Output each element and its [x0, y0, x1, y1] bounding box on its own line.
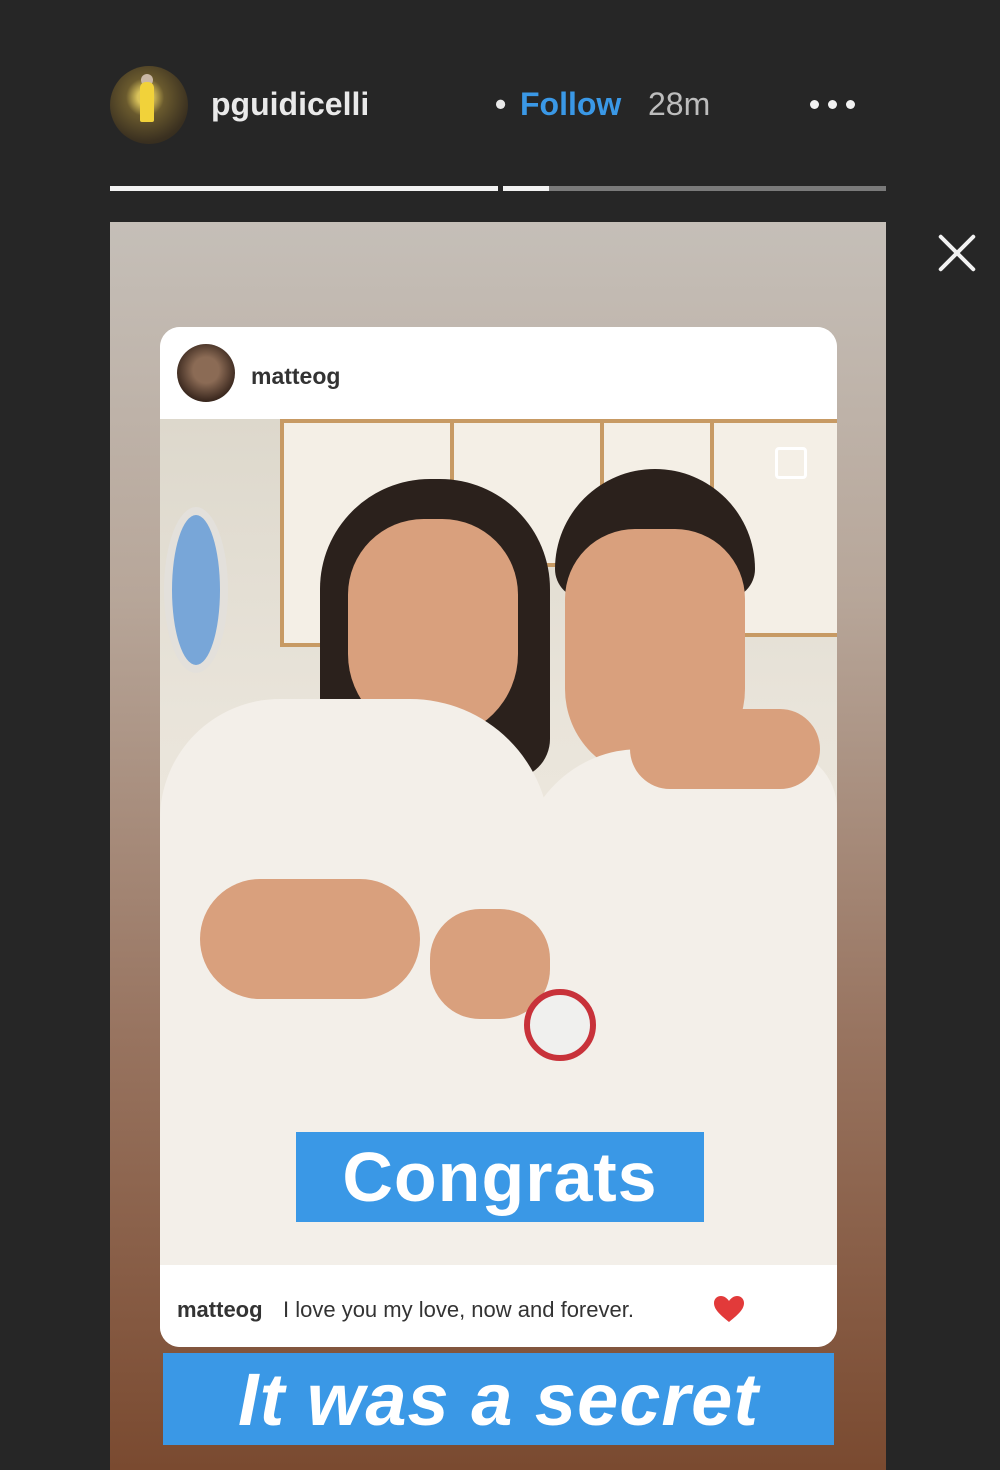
caption-text: I love you my love, now and forever. [283, 1297, 634, 1322]
progress-fill [110, 186, 498, 191]
post-header: matteog [160, 327, 837, 419]
progress-fill [503, 186, 549, 191]
story-progress-segment-2 [503, 186, 886, 191]
heart-icon [714, 1296, 744, 1322]
wristwatch [524, 989, 596, 1061]
background-porthole [164, 507, 228, 673]
secret-sticker[interactable]: It was a secret [163, 1353, 834, 1445]
more-dot [810, 100, 819, 109]
multiple-photos-icon [775, 447, 807, 479]
congrats-sticker[interactable]: Congrats [296, 1132, 704, 1222]
woman-hand-on-shoulder [630, 709, 820, 789]
username[interactable]: pguidicelli [211, 86, 369, 123]
follow-button[interactable]: Follow [520, 86, 621, 123]
post-time: 28m [648, 86, 711, 122]
profile-avatar[interactable] [110, 66, 188, 144]
story-header: pguidicelli • Follow 28m [110, 64, 886, 148]
story-content[interactable]: matteog matteog I love you my love, now … [110, 222, 886, 1470]
post-author-username: matteog [251, 363, 341, 389]
more-dot [846, 100, 855, 109]
woman-arm [200, 879, 420, 999]
post-author-avatar [177, 344, 235, 402]
separator-dot: • [495, 86, 507, 122]
close-icon[interactable] [932, 228, 982, 278]
post-caption: matteog I love you my love, now and fore… [160, 1265, 837, 1347]
story-progress-segment-1 [110, 186, 498, 191]
avatar-figure-body [140, 82, 154, 122]
more-dot [828, 100, 837, 109]
caption-username: matteog [177, 1297, 263, 1322]
more-options-icon[interactable] [810, 84, 866, 124]
